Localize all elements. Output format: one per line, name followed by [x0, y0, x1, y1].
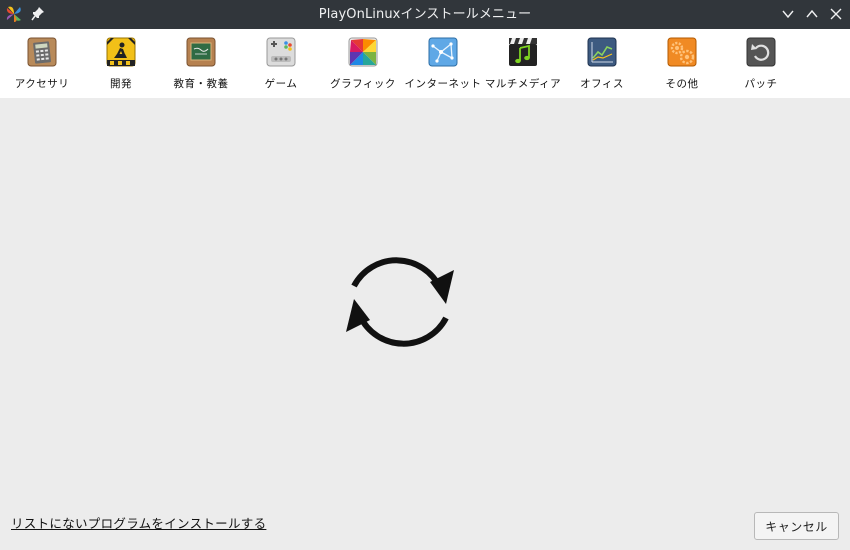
title-bar: PlayOnLinuxインストールメニュー: [0, 0, 850, 29]
category-label: パッチ: [744, 78, 778, 90]
window-title: PlayOnLinuxインストールメニュー: [318, 7, 532, 22]
category-education[interactable]: 教育・教養: [161, 29, 241, 98]
category-label: ゲーム: [264, 78, 298, 90]
close-icon[interactable]: [828, 6, 844, 22]
maximize-icon[interactable]: [804, 6, 820, 22]
category-toolbar: アクセサリ 開発 教育・教養 ゲーム グラフィック インターネット マルチメディ…: [0, 29, 850, 98]
category-label: インターネット: [404, 78, 482, 90]
category-accessories[interactable]: アクセサリ: [2, 29, 82, 98]
category-internet[interactable]: インターネット: [403, 29, 483, 98]
category-label: グラフィック: [330, 78, 396, 90]
category-label: 開発: [110, 78, 132, 90]
minimize-icon[interactable]: [780, 6, 796, 22]
category-graphics[interactable]: グラフィック: [323, 29, 403, 98]
undo-icon: [746, 37, 776, 67]
calculator-icon: [27, 37, 57, 67]
color-wheel-icon: [348, 37, 378, 67]
category-label: 教育・教養: [173, 78, 229, 90]
install-unlisted-program-link[interactable]: リストにないプログラムをインストールする: [11, 513, 266, 532]
gamepad-icon: [266, 37, 296, 67]
chart-board-icon: [587, 37, 617, 67]
clapperboard-music-icon: [509, 38, 537, 66]
category-label: その他: [665, 78, 699, 90]
category-label: マルチメディア: [484, 78, 562, 90]
refresh-icon: [346, 257, 454, 347]
cancel-button[interactable]: キャンセル: [754, 512, 839, 540]
chalkboard-icon: [186, 37, 216, 67]
category-games[interactable]: ゲーム: [241, 29, 321, 98]
network-icon: [428, 37, 458, 67]
category-multimedia[interactable]: マルチメディア: [483, 29, 563, 98]
category-development[interactable]: 開発: [81, 29, 161, 98]
category-office[interactable]: オフィス: [562, 29, 642, 98]
construction-sign-icon: [106, 37, 136, 67]
category-other[interactable]: その他: [642, 29, 722, 98]
category-label: オフィス: [580, 78, 624, 90]
category-label: アクセサリ: [14, 78, 70, 90]
gears-icon: [667, 37, 697, 67]
category-patches[interactable]: パッチ: [721, 29, 801, 98]
